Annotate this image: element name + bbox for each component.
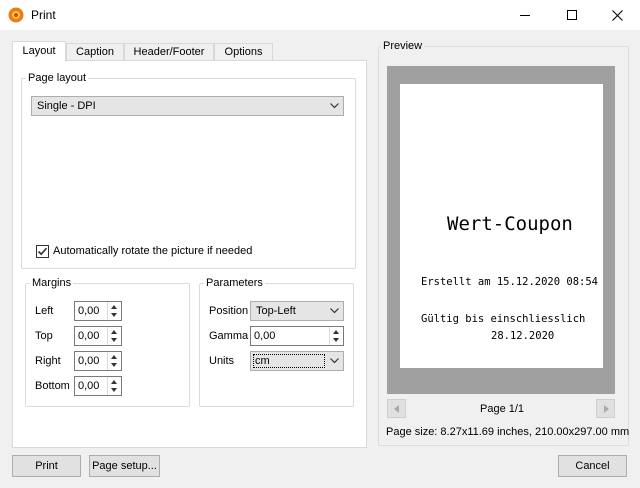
margin-bottom-label: Bottom [35,380,70,392]
close-button[interactable] [594,0,640,30]
chevron-down-icon [330,308,339,314]
chevron-down-icon [330,103,339,109]
margin-right-spinner[interactable]: 0,00 [74,351,122,371]
window-title: Print [31,8,56,22]
margins-group-label: Margins [32,277,72,289]
preview-area: Wert-Coupon Erstellt am 15.12.2020 08:54… [387,66,615,394]
checkmark-icon [37,247,48,256]
previous-page-button[interactable] [387,399,406,418]
maximize-button[interactable] [549,0,595,30]
arrow-right-icon [604,405,609,413]
margin-right-label: Right [35,355,61,367]
minimize-icon [520,15,530,16]
position-select[interactable]: Top-Left [250,301,344,321]
cancel-button-label: Cancel [575,460,610,472]
spin-down-icon[interactable] [111,388,117,392]
margin-bottom-spinner[interactable]: 0,00 [74,376,122,396]
page-indicator: Page 1/1 [480,403,525,415]
coupon-date: 28.12.2020 [491,330,555,342]
print-button[interactable]: Print [12,455,81,477]
title-bar: Print [0,0,640,30]
preview-group-label: Preview [381,40,425,52]
tab-header-footer-label: Header/Footer [133,46,205,58]
maximize-icon [567,10,577,20]
units-label: Units [209,355,235,367]
spin-up-icon[interactable] [333,330,339,334]
margin-left-value: 0,00 [78,305,100,317]
page-layout-value: Single - DPI [37,100,96,112]
margin-top-spinner[interactable]: 0,00 [74,326,122,346]
units-value: cm [255,355,270,367]
cancel-button[interactable]: Cancel [558,455,627,477]
units-select[interactable]: cm [250,351,344,371]
layout-tab-panel: Page layout Single - DPI Automatically r… [12,60,367,448]
spin-down-icon[interactable] [111,363,117,367]
minimize-button[interactable] [502,0,548,30]
spin-down-icon[interactable] [111,338,117,342]
parameters-group-label: Parameters [206,277,263,289]
app-sun-icon [8,7,24,23]
spin-down-icon[interactable] [333,338,339,342]
tab-caption[interactable]: Caption [66,43,124,61]
position-value: Top-Left [256,305,296,317]
tab-options-label: Options [224,46,263,58]
page-setup-button-label: Page setup... [92,460,157,472]
arrow-left-icon [394,405,399,413]
next-page-button[interactable] [596,399,615,418]
tab-options[interactable]: Options [214,43,273,61]
margin-right-value: 0,00 [78,355,100,367]
coupon-title: Wert-Coupon [447,213,573,235]
gamma-spinner[interactable]: 0,00 [250,326,344,346]
gamma-value: 0,00 [254,330,276,342]
spin-up-icon[interactable] [111,380,117,384]
preview-page: Wert-Coupon Erstellt am 15.12.2020 08:54… [400,84,603,368]
margin-top-value: 0,00 [78,330,100,342]
margin-left-label: Left [35,305,54,317]
spin-down-icon[interactable] [111,313,117,317]
spin-up-icon[interactable] [111,330,117,334]
coupon-valid: Gültig bis einschliesslich [421,313,586,325]
tab-caption-label: Caption [76,46,114,58]
page-size-info: Page size: 8.27x11.69 inches, 210.00x297… [386,426,630,438]
chevron-down-icon [330,358,339,364]
gamma-label: Gamma [209,330,249,342]
close-icon [611,9,623,21]
auto-rotate-label: Automatically rotate the picture if need… [53,245,253,257]
coupon-created: Erstellt am 15.12.2020 08:54 [421,276,599,288]
page-layout-group-label: Page layout [28,72,87,84]
spin-up-icon[interactable] [111,355,117,359]
page-setup-button[interactable]: Page setup... [89,455,160,477]
position-label: Position [209,305,249,317]
tab-layout-label: Layout [22,45,56,57]
page-layout-select[interactable]: Single - DPI [31,96,344,116]
tab-layout[interactable]: Layout [12,41,66,62]
margin-left-spinner[interactable]: 0,00 [74,301,122,321]
print-button-label: Print [35,460,58,472]
margin-top-label: Top [35,330,53,342]
spin-up-icon[interactable] [111,305,117,309]
margin-bottom-value: 0,00 [78,380,100,392]
tab-header-footer[interactable]: Header/Footer [124,43,214,61]
auto-rotate-checkbox[interactable] [36,245,49,258]
